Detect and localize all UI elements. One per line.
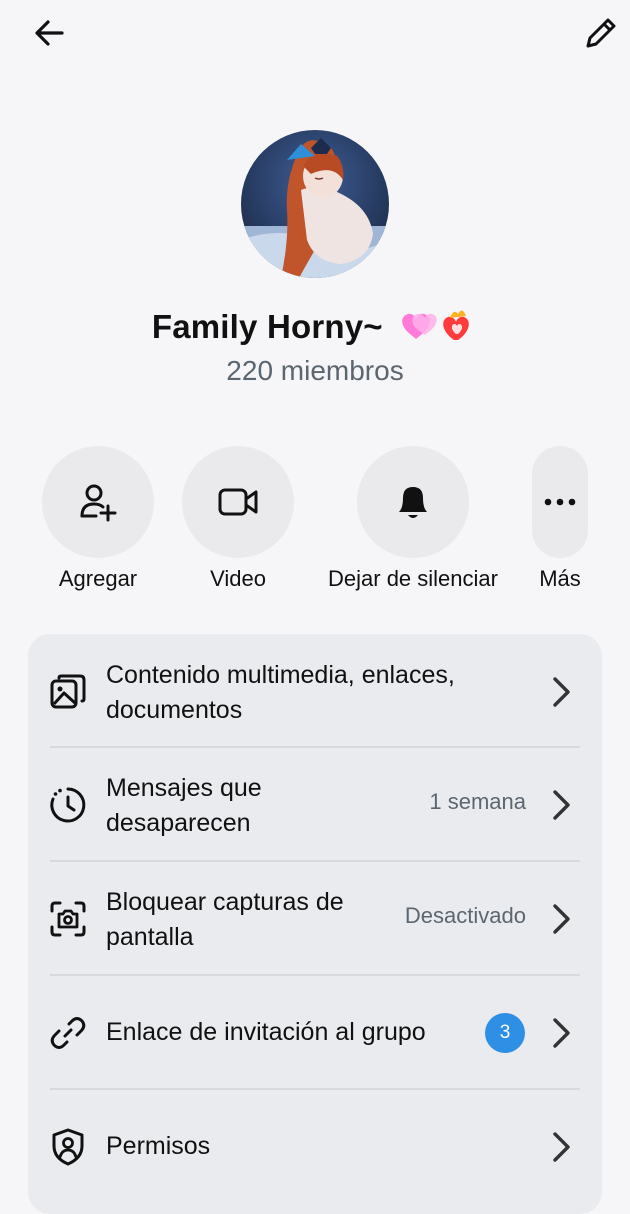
media-label: Contenido multimedia, enlaces, documento… xyxy=(106,661,455,724)
avatar-image xyxy=(241,130,389,278)
arrow-left-icon xyxy=(35,20,64,46)
edit-button[interactable] xyxy=(576,10,626,56)
settings-row-screenshot[interactable]: Bloquear capturas de pantalla Desactivad… xyxy=(28,863,602,975)
video-call-label: Video xyxy=(210,566,266,591)
video-call-button[interactable]: Video xyxy=(182,446,294,592)
settings-row-invite-link[interactable]: Enlace de invitación al grupo 3 xyxy=(28,977,602,1089)
shield-user-icon xyxy=(52,1128,84,1166)
permissions-label: Permisos xyxy=(106,1132,211,1160)
bell-icon xyxy=(399,487,427,518)
more-button[interactable]: Más xyxy=(532,446,588,592)
more-circle[interactable] xyxy=(532,446,588,558)
divider xyxy=(50,974,580,976)
settings-row-media[interactable]: Contenido multimedia, enlaces, documento… xyxy=(28,636,602,748)
invite-count-badge: 3 xyxy=(485,1013,525,1053)
add-member-label: Agregar xyxy=(58,566,138,591)
unmute-circle[interactable] xyxy=(357,446,469,558)
media-gallery-icon xyxy=(50,674,86,709)
more-label: Más xyxy=(539,566,581,591)
screenshot-label: Bloquear capturas de pantalla xyxy=(106,888,344,951)
video-camera-icon xyxy=(218,488,258,516)
add-user-icon xyxy=(80,484,117,522)
top-bar xyxy=(0,0,630,70)
pencil-icon xyxy=(586,18,616,48)
invite-link-label: Enlace de invitación al grupo xyxy=(106,1018,426,1046)
screenshot-block-icon xyxy=(50,901,86,937)
video-call-circle[interactable] xyxy=(182,446,294,558)
group-avatar[interactable] xyxy=(241,130,389,278)
add-member-button[interactable]: Agregar xyxy=(42,446,154,592)
link-icon xyxy=(50,1017,86,1049)
divider xyxy=(50,746,580,748)
chevron-right-icon xyxy=(553,790,570,820)
chevron-right-icon xyxy=(553,1132,570,1162)
group-name: Family Horny~ xyxy=(0,304,630,352)
divider xyxy=(50,1088,580,1090)
member-count: 220 miembros xyxy=(226,355,404,386)
chevron-right-icon xyxy=(553,677,570,707)
chevron-right-icon xyxy=(553,904,570,934)
settings-panel: Contenido multimedia, enlaces, documento… xyxy=(28,634,602,1214)
disappearing-label: Mensajes que desaparecen xyxy=(106,774,262,837)
settings-row-disappearing[interactable]: Mensajes que desaparecen 1 semana xyxy=(28,749,602,861)
screenshot-value: Desactivado xyxy=(404,903,526,928)
divider xyxy=(50,860,580,862)
back-button[interactable] xyxy=(24,10,76,56)
settings-row-permissions[interactable]: Permisos xyxy=(28,1091,602,1203)
add-member-circle[interactable] xyxy=(42,446,154,558)
unmute-label: Dejar de silenciar xyxy=(328,566,498,591)
chevron-right-icon xyxy=(553,1018,570,1048)
more-icon xyxy=(544,498,576,506)
unmute-button[interactable]: Dejar de silenciar xyxy=(310,446,516,592)
hearts-emoji-icon xyxy=(398,304,478,352)
disappearing-timer-icon xyxy=(50,787,86,823)
disappearing-value: 1 semana xyxy=(429,789,526,814)
group-name-text: Family Horny~ xyxy=(151,308,383,345)
